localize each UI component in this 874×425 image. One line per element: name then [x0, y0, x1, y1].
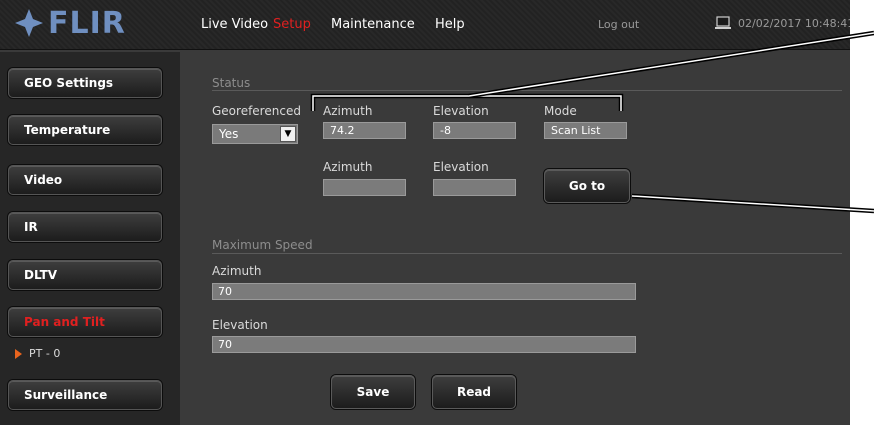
elevation-label: Elevation	[433, 104, 489, 118]
mode-label: Mode	[544, 104, 577, 118]
save-button[interactable]: Save	[331, 375, 415, 409]
read-button[interactable]: Read	[432, 375, 516, 409]
subitem-label: PT - 0	[29, 347, 61, 360]
flir-logo: FLIR	[14, 5, 126, 41]
georeferenced-select[interactable]: Yes ▼	[212, 124, 298, 144]
sidebar-item-ir[interactable]: IR	[8, 212, 162, 242]
azimuth-label: Azimuth	[323, 104, 373, 118]
max-speed-divider	[212, 253, 842, 254]
max-elevation-label: Elevation	[212, 318, 268, 332]
sidebar-item-temperature[interactable]: Temperature	[8, 115, 162, 145]
chevron-down-icon[interactable]: ▼	[280, 126, 296, 142]
max-speed-section-title: Maximum Speed	[212, 238, 313, 252]
flir-mark-icon	[15, 9, 43, 37]
goto-button[interactable]: Go to	[544, 169, 630, 203]
goto-azimuth-input[interactable]	[323, 179, 406, 196]
main-panel: Status Georeferenced Yes ▼ Azimuth 74.2 …	[196, 52, 850, 425]
sidebar-subitem-pt-0[interactable]: PT - 0	[14, 347, 60, 360]
sidebar: GEO Settings Temperature Video IR DLTV P…	[0, 52, 180, 425]
sidebar-item-geo-settings[interactable]: GEO Settings	[8, 68, 162, 98]
app-window: FLIR Live Video Setup Maintenance Help L…	[0, 0, 850, 425]
datetime-text: 02/02/2017 10:48:41 am	[738, 16, 850, 30]
sidebar-item-video[interactable]: Video	[8, 165, 162, 195]
status-divider	[212, 90, 842, 91]
goto-azimuth-label: Azimuth	[323, 160, 373, 174]
sidebar-item-dltv[interactable]: DLTV	[8, 260, 162, 290]
mode-field: Scan List	[544, 122, 627, 139]
azimuth-field: 74.2	[323, 122, 406, 139]
nav-setup[interactable]: Setup	[273, 17, 311, 32]
elevation-field: -8	[433, 122, 516, 139]
goto-elevation-input[interactable]	[433, 179, 516, 196]
max-azimuth-label: Azimuth	[212, 264, 262, 278]
status-section-title: Status	[212, 76, 251, 90]
sidebar-item-pan-and-tilt[interactable]: Pan and Tilt	[8, 307, 162, 337]
logo-text: FLIR	[48, 5, 126, 41]
georeferenced-label: Georeferenced	[212, 104, 301, 118]
top-bar: FLIR Live Video Setup Maintenance Help L…	[0, 0, 850, 50]
laptop-icon	[715, 16, 731, 29]
arrow-right-icon	[15, 348, 22, 359]
datetime-display: 02/02/2017 10:48:41 am	[714, 16, 850, 30]
nav-help[interactable]: Help	[435, 17, 465, 32]
logout-link[interactable]: Log out	[598, 18, 639, 31]
nav-live-video[interactable]: Live Video	[201, 17, 268, 32]
goto-elevation-label: Elevation	[433, 160, 489, 174]
max-azimuth-input[interactable]: 70	[212, 283, 636, 300]
nav-maintenance[interactable]: Maintenance	[331, 17, 415, 32]
sidebar-item-surveillance[interactable]: Surveillance	[8, 380, 162, 410]
max-elevation-input[interactable]: 70	[212, 336, 636, 353]
georeferenced-value: Yes	[219, 127, 239, 141]
